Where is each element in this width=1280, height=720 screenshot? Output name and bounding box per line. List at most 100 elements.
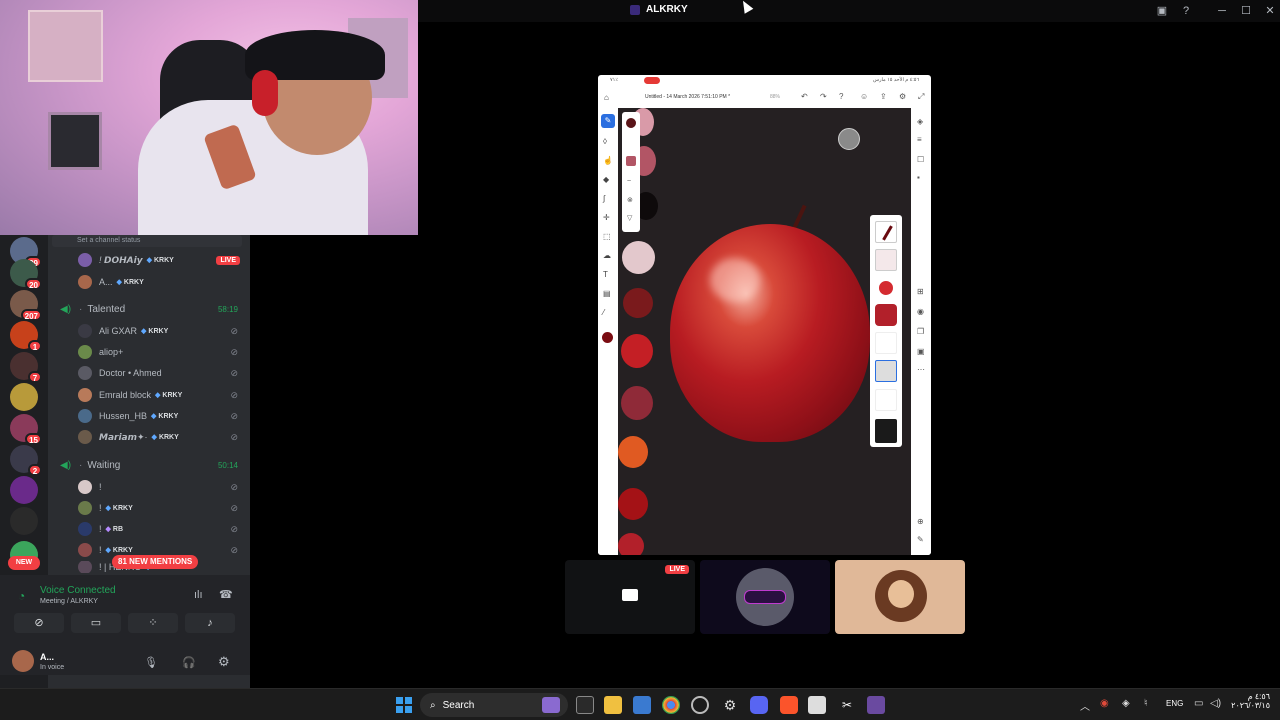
brush-preset[interactable] <box>875 249 897 271</box>
maximize-icon[interactable]: ☐ <box>1238 3 1254 19</box>
file-explorer-icon[interactable] <box>604 696 622 714</box>
minimize-icon[interactable]: ─ <box>1214 3 1230 19</box>
mixer-icon[interactable]: ⊗ <box>627 196 633 204</box>
participant-tile-avatar[interactable] <box>700 560 830 634</box>
server-icon[interactable]: 15 <box>10 414 42 445</box>
server-icon[interactable]: 7 <box>10 352 42 383</box>
member-row[interactable]: Doctor • Ahmed ⊘ <box>48 363 250 383</box>
language-indicator[interactable]: ENG <box>1166 699 1183 708</box>
noise-suppression-icon[interactable]: ılı <box>194 589 203 601</box>
server-icon[interactable] <box>10 476 38 504</box>
share-icon[interactable]: ⇪ <box>880 92 887 101</box>
lock-icon[interactable]: ▣ <box>917 347 925 356</box>
microphone-icon[interactable]: ♮ <box>1144 698 1148 709</box>
liquify-tool-icon[interactable]: ☁ <box>603 251 611 260</box>
notepad-icon[interactable] <box>808 696 826 714</box>
color-swatch[interactable] <box>626 156 636 166</box>
duplicate-icon[interactable]: ❐ <box>917 327 924 336</box>
chrome-icon[interactable] <box>662 696 680 714</box>
brush-size[interactable] <box>875 389 897 411</box>
eraser-tool-icon[interactable]: ◊ <box>603 137 607 146</box>
participant-tile-screen[interactable]: LIVE <box>565 560 695 634</box>
add-layer-icon[interactable]: ⊞ <box>917 287 924 296</box>
participant-tile-user[interactable] <box>835 560 965 634</box>
capcut-icon[interactable]: ✂ <box>838 696 856 714</box>
settings-icon[interactable]: ⚙ <box>218 654 230 670</box>
network-icon[interactable]: ▭ <box>1194 698 1203 709</box>
visibility-icon[interactable]: ◉ <box>917 307 924 316</box>
undo-icon[interactable]: ↶ <box>801 92 808 101</box>
document-title[interactable]: Untitled - 14 March 2026 7:51:10 PM * <box>645 94 730 100</box>
user-icon[interactable]: ☺ <box>860 92 868 101</box>
server-icon[interactable]: 207 <box>10 290 42 321</box>
server-icon[interactable] <box>10 383 38 411</box>
member-row[interactable]: Emrald block ◆ KRKY ⊘ <box>48 385 250 405</box>
move-tool-icon[interactable]: ✛ <box>603 213 610 222</box>
inbox-icon[interactable]: ▣ <box>1154 3 1170 19</box>
color-swatch[interactable] <box>626 118 636 128</box>
shared-screen[interactable]: ٧١٪ ٤:٥٦ م الأحد ١٥ مارس ⌂ Untitled - 14… <box>598 75 931 555</box>
new-mentions-button[interactable]: 81 NEW MENTIONS <box>112 555 199 569</box>
member-row[interactable]: 𝙈𝙖𝙧𝙞𝙖𝙢✦· ◆ KRKY ⊘ <box>48 427 250 447</box>
soundboard-button[interactable]: ♪ <box>185 613 235 633</box>
voice-channel-talented[interactable]: ◀) · Talented 58:19 <box>60 299 250 319</box>
activities-button[interactable]: ⁘ <box>128 613 178 633</box>
home-icon[interactable]: ⌂ <box>604 93 609 102</box>
brush-preset[interactable] <box>875 332 897 354</box>
wave-icon[interactable]: ~ <box>627 178 631 185</box>
gear-icon[interactable]: ⚙ <box>899 92 906 101</box>
server-icon[interactable]: 20 <box>10 259 42 290</box>
settings-icon[interactable]: ⚙ <box>721 696 739 714</box>
clock[interactable]: ٤:٥٦ م ٢٠٢٦/٠٣/١٥ <box>1230 692 1270 710</box>
brave-icon[interactable] <box>780 696 798 714</box>
member-row[interactable]: ! ◆ RB ⊘ <box>48 519 250 539</box>
more-icon[interactable]: ⋯ <box>917 365 925 374</box>
palette-icon[interactable]: ▽ <box>627 214 632 222</box>
server-icon[interactable]: 2 <box>10 445 42 476</box>
brush-color[interactable] <box>879 281 893 295</box>
member-row[interactable]: ! ⊘ <box>48 477 250 497</box>
smudge-tool-icon[interactable]: ☝ <box>603 156 613 165</box>
taskbar-search[interactable]: ⌕ Search <box>420 693 568 717</box>
server-icon[interactable] <box>10 507 38 535</box>
help-icon[interactable]: ? <box>839 92 843 101</box>
windows-start-icon[interactable] <box>395 696 413 714</box>
app-icon[interactable] <box>867 696 885 714</box>
store-icon[interactable] <box>633 696 651 714</box>
help-icon[interactable]: ? <box>1178 3 1194 19</box>
brush-preset-selected[interactable] <box>875 360 897 382</box>
frame-icon[interactable]: ☐ <box>917 155 924 164</box>
member-row[interactable]: Ali GXAR ◆ KRKY ⊘ <box>48 321 250 341</box>
headphones-icon[interactable]: 🎧 <box>182 656 196 669</box>
fullscreen-icon[interactable]: ⤢ <box>918 92 924 102</box>
image-tool-icon[interactable]: ▤ <box>603 289 611 298</box>
text-tool-icon[interactable]: T <box>603 270 608 279</box>
task-view-icon[interactable] <box>576 696 594 714</box>
member-row[interactable]: Hussen_HB ◆ KRKY ⊘ <box>48 406 250 426</box>
member-row[interactable]: A... ◆ KRKY <box>48 272 250 292</box>
discord-icon[interactable] <box>750 696 768 714</box>
brush-opacity[interactable] <box>875 419 897 443</box>
drawing-canvas[interactable]: ~ ⊗ ▽ <box>618 108 911 555</box>
comment-icon[interactable]: ▪ <box>917 173 920 182</box>
brush-preset[interactable] <box>875 221 897 243</box>
fill-tool-icon[interactable]: ◆ <box>603 175 609 184</box>
voice-channel-waiting[interactable]: ◀) · Waiting 50:14 <box>60 455 250 475</box>
volume-icon[interactable]: ◁) <box>1210 698 1221 709</box>
camera-off-button[interactable]: ⊘ <box>14 613 64 633</box>
current-color-icon[interactable] <box>602 332 613 343</box>
disconnect-icon[interactable]: ☎ <box>219 588 233 601</box>
brush-preset[interactable] <box>875 304 897 326</box>
microphone-icon[interactable]: 🎙 <box>144 656 158 669</box>
transform-tool-icon[interactable]: ⬚ <box>603 232 611 241</box>
adjust-icon[interactable]: ≡ <box>917 135 922 144</box>
server-icon[interactable]: 1 <box>10 321 42 352</box>
channel-status-input[interactable]: Set a channel status <box>52 235 242 247</box>
tray-app-icon[interactable]: ◈ <box>1122 698 1130 709</box>
voice-location[interactable]: Meeting / ALKRKY <box>40 598 98 605</box>
layers-icon[interactable]: ◈ <box>917 117 923 126</box>
eyedropper-tool-icon[interactable]: ⁄ <box>603 308 604 317</box>
member-row[interactable]: aliop+ ⊘ <box>48 342 250 362</box>
brush-tool-icon[interactable]: ✎ <box>601 114 615 128</box>
screen-share-button[interactable]: ▭ <box>71 613 121 633</box>
